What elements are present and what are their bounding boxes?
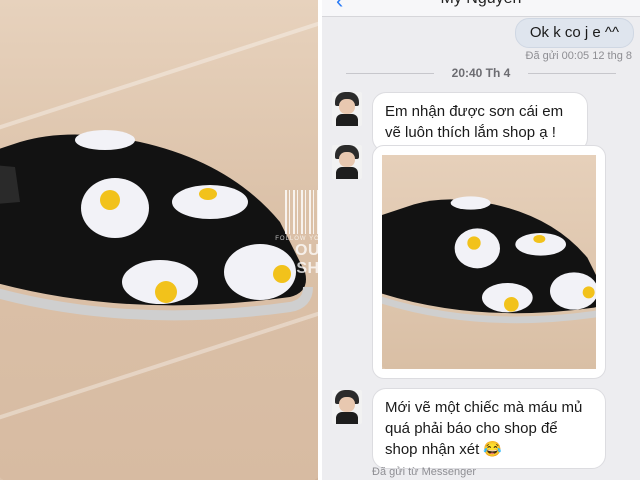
messenger-chat: ‹ My Nguyen Ok k co j e ^^ Đã gửi 00:05 … bbox=[322, 0, 640, 480]
avatar[interactable] bbox=[332, 145, 362, 179]
contact-name: My Nguyen bbox=[322, 0, 640, 8]
avatar[interactable] bbox=[332, 92, 362, 126]
image-message[interactable] bbox=[372, 145, 606, 379]
floor-tile-line bbox=[0, 5, 318, 139]
separator-line bbox=[528, 73, 616, 74]
time-separator: 20:40 Th 4 bbox=[346, 64, 616, 82]
message-status: Đã gửi 00:05 12 thg 8 bbox=[525, 50, 632, 62]
chat-header: ‹ My Nguyen bbox=[322, 0, 640, 17]
sent-from-label: Đã gửi từ Messenger bbox=[372, 466, 476, 478]
painted-shoe-thumbnail bbox=[382, 196, 596, 324]
outgoing-message[interactable]: Ok k co j e ^^ bbox=[514, 18, 634, 48]
avatar[interactable] bbox=[332, 390, 362, 424]
shared-photo[interactable] bbox=[382, 155, 596, 369]
incoming-message[interactable]: Em nhận được sơn cái em vẽ luôn thích lắ… bbox=[372, 92, 588, 152]
incoming-message[interactable]: Mới vẽ một chiếc mà máu mủ quá phải báo … bbox=[372, 388, 606, 469]
